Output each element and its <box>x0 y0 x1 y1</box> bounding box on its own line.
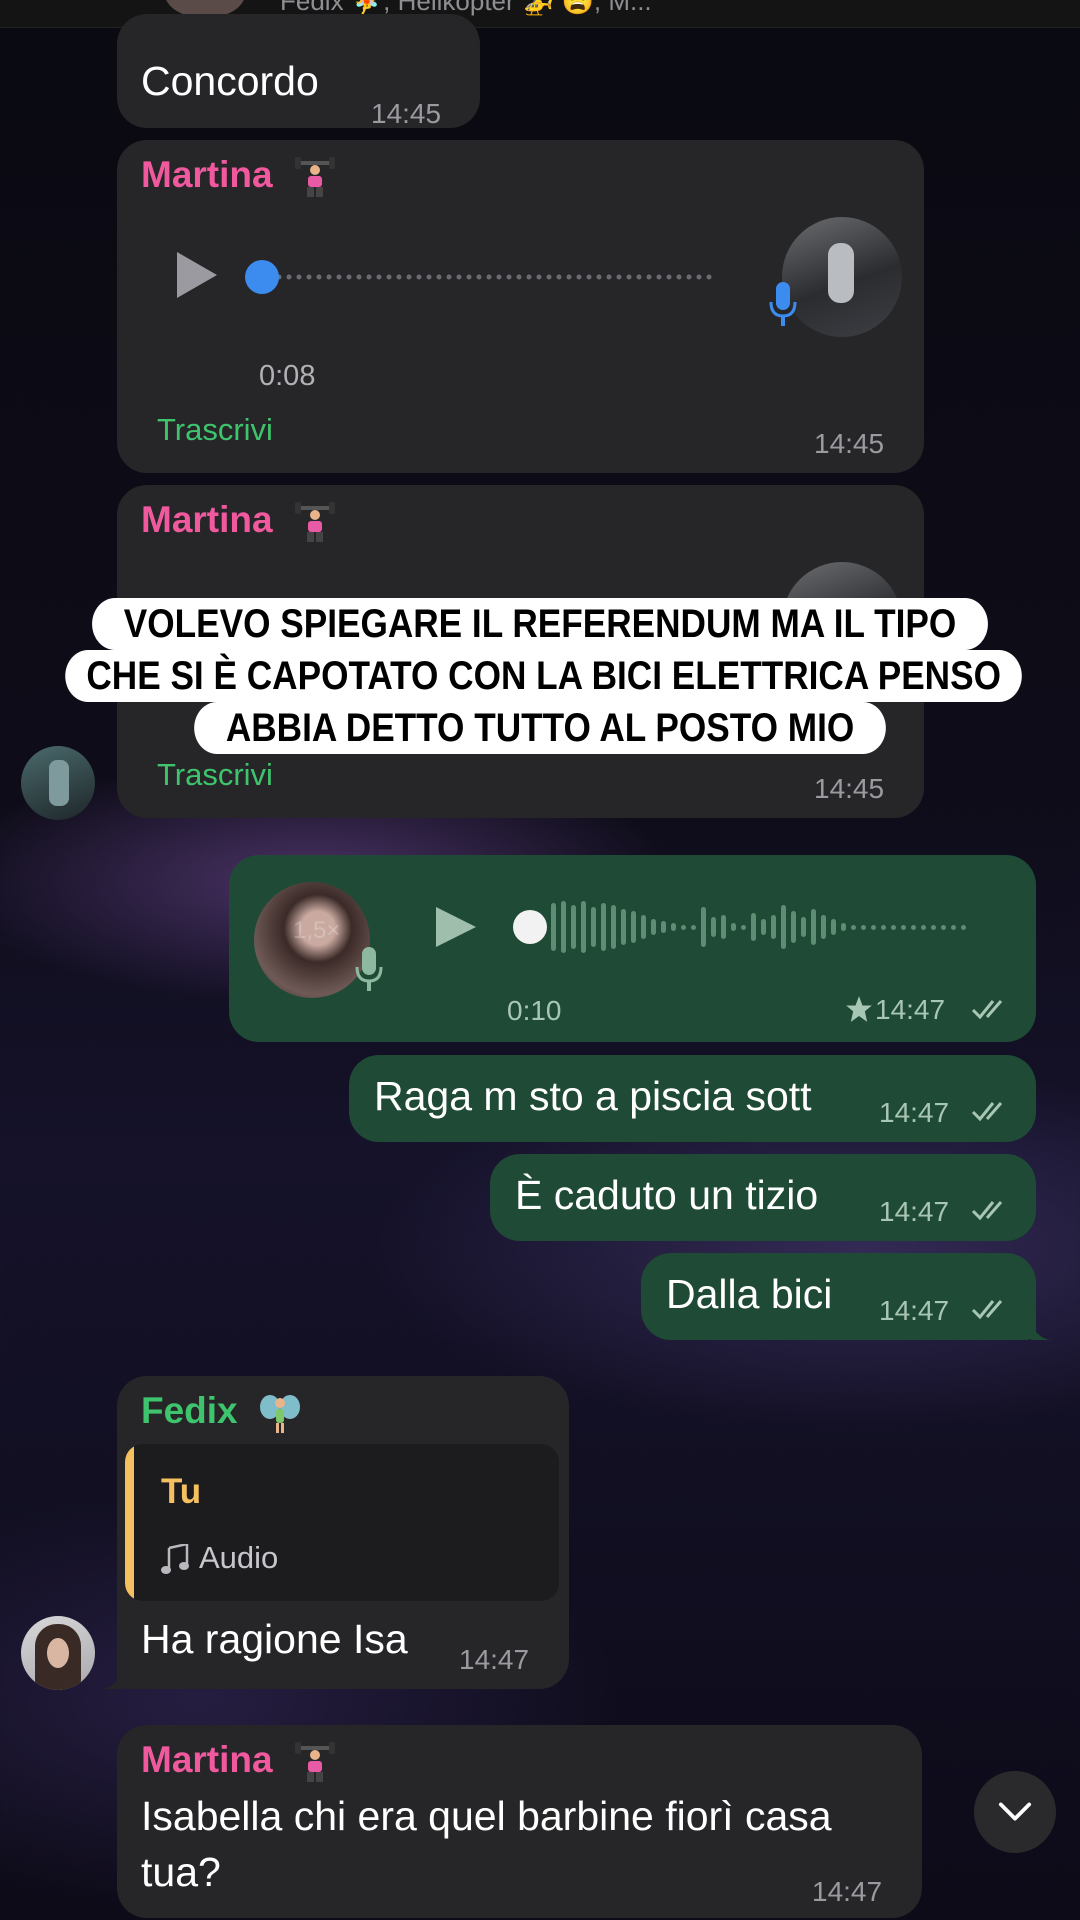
voice-duration: 0:10 <box>507 995 562 1026</box>
message-text: È caduto un tizio <box>515 1172 819 1218</box>
reply-bar <box>125 1444 134 1601</box>
message-time: 14:47 <box>879 1196 950 1227</box>
reply-type: Audio <box>199 1540 279 1575</box>
music-note-icon <box>161 1544 189 1574</box>
message-time: 14:45 <box>814 428 885 459</box>
message-text-line: Isabella chi era quel barbine fiorì casa <box>141 1793 832 1839</box>
message-text: Concordo <box>141 58 319 104</box>
incoming-message[interactable]: Martina Isabella chi era quel barbine fi… <box>117 1725 922 1918</box>
outgoing-message[interactable]: È caduto un tizio 14:47 <box>490 1154 1036 1241</box>
message-time: 14:47 <box>459 1644 530 1675</box>
outgoing-message[interactable]: Raga m sto a piscia sott 14:47 <box>349 1055 1036 1142</box>
sender-avatar[interactable] <box>21 1616 95 1690</box>
message-time: 14:47 <box>812 1876 883 1907</box>
voice-waveform <box>276 274 712 280</box>
playback-speed[interactable]: 1,5× <box>293 917 340 945</box>
fairy-emoji-icon <box>259 1395 300 1434</box>
star-icon <box>846 996 872 1022</box>
message-time: 14:47 <box>879 1097 950 1128</box>
message-text: Ha ragione Isa <box>141 1616 408 1662</box>
story-caption: VOLEVO SPIEGARE IL REFERENDUM MA IL TIPO… <box>0 598 1080 754</box>
weightlifter-emoji-icon <box>294 1742 335 1783</box>
sender-name: Martina <box>141 499 337 544</box>
bubble-tail <box>102 1669 122 1689</box>
double-check-icon <box>971 1000 1003 1020</box>
caption-line: ABBIA DETTO TUTTO AL POSTO MIO <box>194 702 886 754</box>
chevron-down-icon <box>998 1802 1032 1821</box>
double-check-icon <box>971 1300 1003 1320</box>
message-text-line: tua? <box>141 1849 221 1895</box>
incoming-message[interactable]: Concordo 14:45 <box>117 14 480 129</box>
incoming-reply-message[interactable]: Fedix Tu Audio Ha ragione Isa 14:47 <box>117 1376 569 1689</box>
voice-waveform <box>551 901 966 953</box>
message-time: 14:45 <box>814 773 885 804</box>
play-icon[interactable] <box>434 905 478 949</box>
double-check-icon <box>971 1102 1003 1122</box>
double-check-icon <box>971 1201 1003 1221</box>
sender-name: Fedix <box>141 1390 302 1435</box>
message-text: Dalla bici <box>666 1271 833 1317</box>
bubble-tail <box>1031 1320 1051 1340</box>
message-time: 14:47 <box>879 1295 950 1326</box>
transcribe-link[interactable]: Trascrivi <box>157 412 273 448</box>
message-text: Raga m sto a piscia sott <box>374 1073 812 1119</box>
transcribe-link[interactable]: Trascrivi <box>157 757 273 793</box>
incoming-voice-message[interactable]: Martina 0:08 Trascrivi 14:45 <box>117 140 924 473</box>
voice-progress-bar[interactable] <box>245 260 717 294</box>
voice-sender-photo <box>782 217 902 337</box>
weightlifter-emoji-icon <box>294 502 335 543</box>
message-time: 14:45 <box>371 98 442 129</box>
message-time: 14:47 <box>875 994 946 1025</box>
voice-progress-knob[interactable] <box>245 260 279 294</box>
scroll-to-bottom-button[interactable] <box>974 1771 1056 1853</box>
voice-duration: 0:08 <box>259 360 316 392</box>
quoted-reply[interactable]: Tu Audio <box>125 1444 559 1601</box>
sender-name: Martina <box>141 1739 337 1784</box>
play-icon[interactable] <box>177 252 217 298</box>
voice-progress-knob[interactable] <box>513 910 547 944</box>
sender-name: Martina <box>141 154 337 199</box>
outgoing-message[interactable]: Dalla bici 14:47 <box>641 1253 1036 1340</box>
caption-line: CHE SI È CAPOTATO CON LA BICI ELETTRICA … <box>65 650 1023 702</box>
mic-icon <box>769 282 797 326</box>
voice-progress-bar[interactable] <box>513 897 1001 957</box>
sender-avatar[interactable] <box>21 746 95 820</box>
weightlifter-emoji-icon <box>294 157 335 198</box>
caption-line: VOLEVO SPIEGARE IL REFERENDUM MA IL TIPO <box>92 598 988 650</box>
outgoing-voice-message[interactable]: 1,5× 0:10 14:47 <box>229 855 1036 1042</box>
mic-icon <box>355 947 383 991</box>
reply-author: Tu <box>161 1472 202 1511</box>
